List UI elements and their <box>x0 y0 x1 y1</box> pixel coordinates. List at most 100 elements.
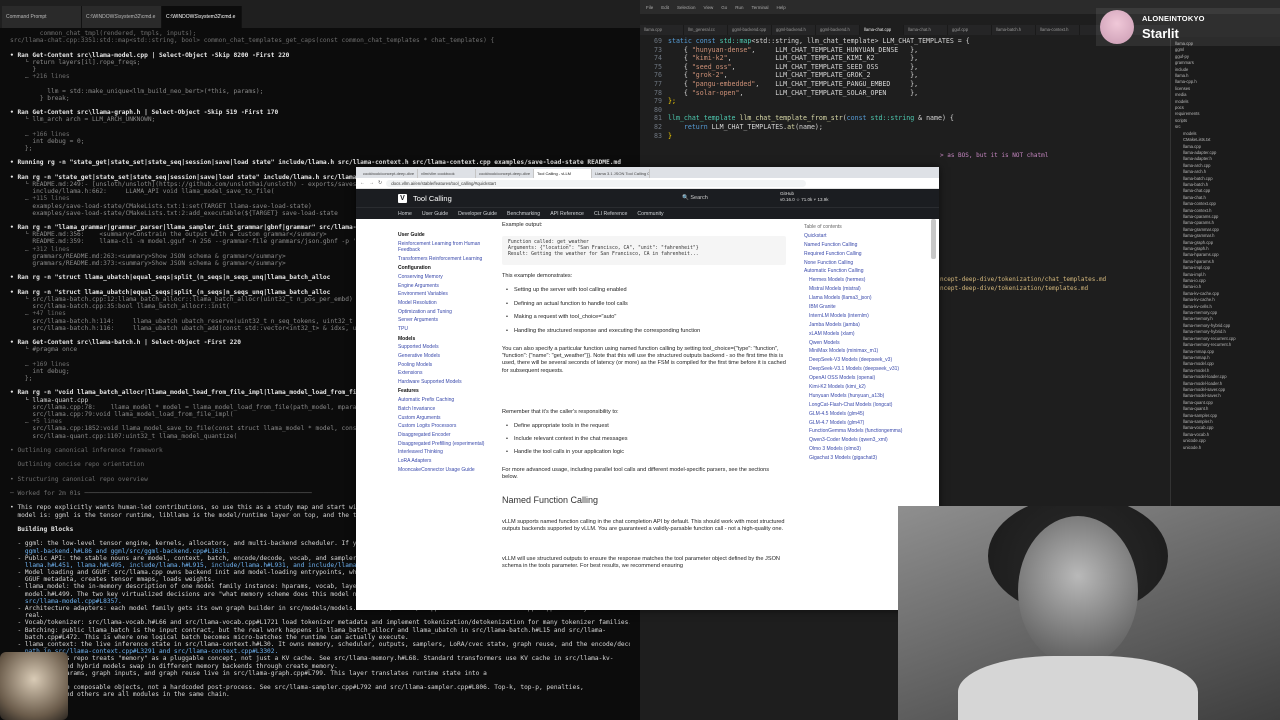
browser-tab[interactable]: cookbook/concept-deep-dive <box>360 169 418 178</box>
sidebar-heading: Features <box>398 388 419 395</box>
editor-tab[interactable]: ggml-backend.h <box>816 25 860 35</box>
editor-tab[interactable]: llama-chat.cpp <box>860 25 904 35</box>
toc-item[interactable]: OpenAI OSS Models (openai) <box>804 375 904 381</box>
sidebar-item[interactable]: Disaggregated Encoder <box>398 432 490 438</box>
menu-item[interactable]: Run <box>735 5 743 10</box>
nav-tab[interactable]: User Guide <box>422 211 448 217</box>
toc-item[interactable]: Olmo 3 Models (olmo3) <box>804 446 904 452</box>
menu-item[interactable]: View <box>704 5 714 10</box>
toc-item[interactable]: None Function Calling <box>804 260 904 266</box>
sidebar-item[interactable]: Custom Logits Processors <box>398 423 490 429</box>
toc-item[interactable]: Mistral Models (mistral) <box>804 286 904 292</box>
toc-item[interactable]: GLM-4.5 Models (glm45) <box>804 411 904 417</box>
toc-item[interactable]: InternLM Models (internlm) <box>804 313 904 319</box>
sidebar-item[interactable]: Hardware Supported Models <box>398 379 490 385</box>
sidebar-item[interactable]: Engine Arguments <box>398 283 490 289</box>
editor-tab[interactable]: llama-batch.h <box>992 25 1036 35</box>
toc-item[interactable]: Hermes Models (hermes) <box>804 277 904 283</box>
toc-item[interactable]: IBM Granite <box>804 304 904 310</box>
toc-item[interactable]: Required Function Calling <box>804 251 904 257</box>
sidebar-item[interactable]: Reinforcement Learning from Human Feedba… <box>398 241 490 254</box>
toc-item[interactable]: xLAM Models (xlam) <box>804 331 904 337</box>
editor-tab[interactable]: ggml-backend.cpp <box>728 25 772 35</box>
sidebar-item[interactable]: LoRA Adapters <box>398 458 490 464</box>
scrollbar[interactable] <box>931 219 936 259</box>
toc-item[interactable]: Automatic Function Calling <box>804 268 904 274</box>
explorer-item[interactable]: unicode.h <box>1171 445 1280 451</box>
editor-tab[interactable]: llm_general.cc <box>684 25 728 35</box>
terminal-line: … +166 lines <box>10 130 70 138</box>
sidebar-item[interactable]: Environment Variables <box>398 291 490 297</box>
toc-item[interactable]: Jamba Models (jamba) <box>804 322 904 328</box>
toc-item[interactable]: DeepSeek-V3.1 Models (deepseek_v31) <box>804 366 904 372</box>
menu-item[interactable]: Terminal <box>752 5 769 10</box>
nav-tab[interactable]: Developer Guide <box>458 211 497 217</box>
code-token: static const <box>668 37 720 45</box>
toc-item[interactable]: Named Function Calling <box>804 242 904 248</box>
terminal-tab[interactable]: Command Prompt <box>2 6 82 28</box>
toc-item[interactable]: Quickstart <box>804 233 904 239</box>
sidebar-item[interactable]: Extensions <box>398 370 490 376</box>
code-token: { <box>668 62 692 71</box>
github-link[interactable]: GitHub v0.16.0 ☆ 71.0k ⑂ 13.9k <box>780 191 829 202</box>
browser-tab[interactable]: vllm/vllm cookbook <box>418 169 476 178</box>
back-icon[interactable]: ← <box>360 180 365 186</box>
toc-item[interactable]: Hunyuan Models (hunyuan_a13b) <box>804 393 904 399</box>
terminal-line: } <box>10 65 37 73</box>
toc-item[interactable]: Llama Models (llama3_json) <box>804 295 904 301</box>
browser-tab[interactable]: cookbook/concept-deep-dive <box>476 169 534 178</box>
sidebar-item[interactable]: Automatic Prefix Caching <box>398 397 490 403</box>
forward-icon[interactable]: → <box>369 180 374 186</box>
url-field[interactable]: docs.vllm.ai/en/stable/features/tool_cal… <box>386 179 807 187</box>
toc-item[interactable]: FunctionGemma Models (functiongemma) <box>804 428 904 434</box>
sidebar-item[interactable]: Interleaved Thinking <box>398 449 490 455</box>
toc-item[interactable]: Gigachat 3 Models (gigachat3) <box>804 455 904 461</box>
search-input[interactable]: 🔍 Search <box>674 193 764 203</box>
code-view[interactable]: 69 static const std::map <std::string, llm… <box>640 37 1170 167</box>
editor-tab[interactable]: ggml-backend.h <box>772 25 816 35</box>
desktop: Command Prompt C:\WINDOWS\system32\cmd.e… <box>0 0 1280 720</box>
reload-icon[interactable]: ↻ <box>378 180 382 186</box>
toc-item[interactable]: GLM-4.7 Models (glm47) <box>804 420 904 426</box>
nav-tab[interactable]: Community <box>637 211 663 217</box>
sidebar-item[interactable]: MooncakeConnector Usage Guide <box>398 467 490 473</box>
editor-tab[interactable]: llama-context.h <box>1036 25 1080 35</box>
sidebar-item[interactable]: Disaggregated Prefilling (experimental) <box>398 441 490 447</box>
sidebar-item[interactable]: Conserving Memory <box>398 274 490 280</box>
sidebar-item[interactable]: Custom Arguments <box>398 415 490 421</box>
toc-item[interactable]: MiniMax Models (minimax_m1) <box>804 348 904 354</box>
sidebar-item[interactable]: Optimization and Tuning <box>398 309 490 315</box>
toc-item[interactable]: LongCat-Flash-Chat Models (longcat) <box>804 402 904 408</box>
editor-tab[interactable]: llama.cpp <box>640 25 684 35</box>
menu-item[interactable]: File <box>646 5 653 10</box>
nav-tab[interactable]: Home <box>398 211 412 217</box>
terminal-tab[interactable]: C:\WINDOWS\system32\cmd.e <box>82 6 162 28</box>
page-title: Tool Calling <box>413 193 452 203</box>
toc-item[interactable]: Qwen Models <box>804 340 904 346</box>
toc-item[interactable]: Kimi-K2 Models (kimi_k2) <box>804 384 904 390</box>
nav-tab[interactable]: Benchmarking <box>507 211 540 217</box>
menu-item[interactable]: Selection <box>677 5 696 10</box>
sidebar-item[interactable]: Batch Invariance <box>398 406 490 412</box>
sidebar-item[interactable]: TPU <box>398 326 490 332</box>
menu-item[interactable]: Help <box>777 5 786 10</box>
nav-tab[interactable]: API Reference <box>550 211 584 217</box>
nav-tab[interactable]: CLI Reference <box>594 211 627 217</box>
sidebar-item[interactable]: Pooling Models <box>398 362 490 368</box>
editor-tab[interactable]: llama-chat.h <box>904 25 948 35</box>
vllm-logo-icon[interactable]: V <box>398 193 407 203</box>
toc-item[interactable]: DeepSeek-V3 Models (deepseek_v3) <box>804 357 904 363</box>
browser-tab[interactable]: Llama 3.1 JSON Tool Calling Ch <box>592 169 650 178</box>
sidebar-item[interactable]: Server Arguments <box>398 317 490 323</box>
menu-item[interactable]: Edit <box>661 5 669 10</box>
sidebar-item[interactable]: Generative Models <box>398 353 490 359</box>
editor-tab[interactable]: gguf.cpp <box>948 25 992 35</box>
toc-item[interactable]: Qwen3-Coder Models (qwen3_xml) <box>804 437 904 443</box>
terminal-tab-active[interactable]: C:\WINDOWS\system32\cmd.e <box>162 6 242 28</box>
sidebar-item[interactable]: Model Resolution <box>398 300 490 306</box>
menu-item[interactable]: Go <box>721 5 727 10</box>
sidebar-item[interactable]: Transformers Reinforcement Learning <box>398 256 490 262</box>
sidebar-item[interactable]: Supported Models <box>398 344 490 350</box>
browser-tab[interactable]: Tool Calling - vLLM <box>534 169 592 178</box>
